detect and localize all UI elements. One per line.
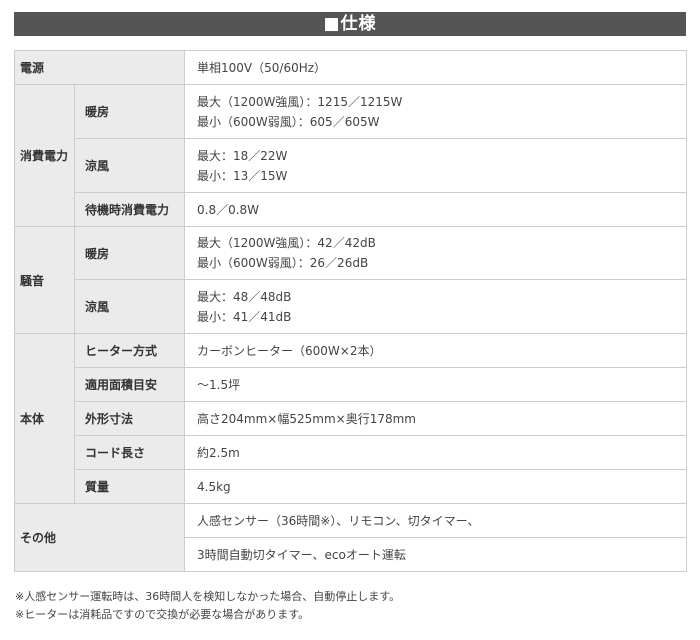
other-value-line2: 3時間自動切タイマー、ecoオート運転 <box>184 537 688 572</box>
other-label: その他 <box>13 503 186 572</box>
power-source-value: 単相100V（50/60Hz） <box>184 50 688 85</box>
noise-cooling-min: 最小：41／41dB <box>197 309 292 324</box>
noise-heating-min: 最小（600W弱風）：26／26dB <box>197 256 369 270</box>
spec-title: ■仕様 <box>14 12 686 36</box>
noise-heating-max: 最大（1200W強風）：42／42dB <box>197 236 376 250</box>
power-standby-value: 0.8／0.8W <box>184 192 688 227</box>
power-cooling-label: 涼風 <box>73 138 186 193</box>
row-power-standby: 待機時消費電力 0.8／0.8W <box>15 192 688 227</box>
spec-table: 電源 単相100V（50/60Hz） 消費電力 暖房 最大（1200W強風）：1… <box>13 50 688 572</box>
power-cooling-min: 最小：13／15W <box>197 168 288 183</box>
power-standby-label: 待機時消費電力 <box>73 192 186 227</box>
row-power-source: 電源 単相100V（50/60Hz） <box>13 50 688 85</box>
weight-value: 4.5kg <box>184 469 688 504</box>
row-power-cooling: 涼風 最大：18／22W 最小：13／15W <box>15 138 688 193</box>
dimensions-value: 高さ204mm×幅525mm×奥行178mm <box>184 401 688 436</box>
power-heating-max: 最大（1200W強風）：1215／1215W <box>197 94 403 109</box>
footnote-heater: ※ヒーターは消耗品ですので交換が必要な場合があります。 <box>15 608 310 621</box>
noise-cooling-value: 最大：48／48dB 最小：41／41dB <box>184 279 688 334</box>
row-noise-heating: 騒音 暖房 最大（1200W強風）：42／42dB 最小（600W弱風）：26／… <box>14 226 688 334</box>
row-body-dimensions: 外形寸法 高さ204mm×幅525mm×奥行178mm <box>15 401 688 436</box>
noise-cooling-label: 涼風 <box>73 279 186 334</box>
row-body-heater-type: 本体 ヒーター方式 カーボンヒーター（600W×2本） <box>14 333 688 504</box>
row-noise-cooling: 涼風 最大：48／48dB 最小：41／41dB <box>15 279 688 334</box>
cord-length-value: 約2.5m <box>184 435 688 470</box>
heater-type-value: カーボンヒーター（600W×2本） <box>184 333 688 368</box>
power-source-label: 電源 <box>13 50 186 85</box>
noise-heating-label: 暖房 <box>73 226 186 280</box>
power-consumption-label: 消費電力 <box>14 84 75 227</box>
noise-cooling-max: 最大：48／48dB <box>197 289 292 304</box>
footnotes: ※人感センサー運転時は、36時間人を検知しなかった場合、自動停止します。 ※ヒー… <box>15 588 400 624</box>
power-cooling-max: 最大：18／22W <box>197 148 288 163</box>
row-other-1: その他 人感センサー（36時間※）、リモコン、切タイマー、 <box>13 503 688 572</box>
noise-heating-value: 最大（1200W強風）：42／42dB 最小（600W弱風）：26／26dB <box>184 226 688 280</box>
heater-type-label: ヒーター方式 <box>73 333 186 368</box>
other-value-line1: 人感センサー（36時間※）、リモコン、切タイマー、 <box>184 503 688 538</box>
row-body-area: 適用面積目安 〜1.5坪 <box>15 367 688 402</box>
power-heating-min: 最小（600W弱風）：605／605W <box>197 114 380 129</box>
body-label: 本体 <box>14 333 75 504</box>
cord-length-label: コード長さ <box>73 435 186 470</box>
power-cooling-value: 最大：18／22W 最小：13／15W <box>184 138 688 193</box>
footnote-sensor: ※人感センサー運転時は、36時間人を検知しなかった場合、自動停止します。 <box>15 590 401 603</box>
power-heating-value: 最大（1200W強風）：1215／1215W 最小（600W弱風）：605／60… <box>184 84 688 139</box>
noise-label: 騒音 <box>14 226 75 334</box>
row-body-weight: 質量 4.5kg <box>15 469 688 504</box>
area-label: 適用面積目安 <box>73 367 186 402</box>
row-body-cord-length: コード長さ 約2.5m <box>15 435 688 470</box>
area-value: 〜1.5坪 <box>184 367 688 402</box>
weight-label: 質量 <box>73 469 186 504</box>
row-power-heating: 消費電力 暖房 最大（1200W強風）：1215／1215W 最小（600W弱風… <box>14 84 688 227</box>
dimensions-label: 外形寸法 <box>73 401 186 436</box>
power-heating-label: 暖房 <box>73 84 186 139</box>
